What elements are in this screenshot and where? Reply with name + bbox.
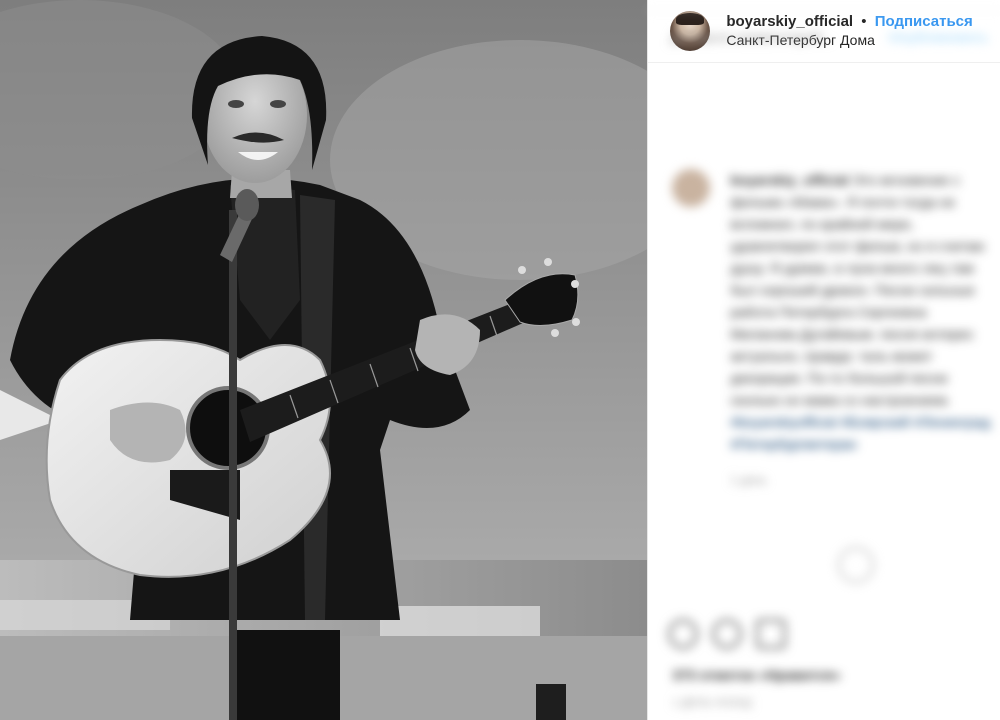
publish-button[interactable]: Опубликовать — [888, 29, 988, 45]
caption-time: 1 день — [730, 473, 767, 487]
likes-count[interactable]: 373 отметок «Нравится» — [672, 667, 840, 683]
like-heart-icon[interactable] — [668, 619, 699, 649]
post-date: 1 ДЕНЬ НАЗАД — [672, 697, 752, 709]
share-icon[interactable] — [756, 619, 787, 649]
singer-with-guitar-image — [0, 0, 648, 720]
caption-text: Это мгновение с фильма «Мама». Я почти т… — [730, 172, 985, 408]
caption-block: boyarskiy_official Это мгновение с фильм… — [730, 169, 990, 491]
instagram-post: boyarskiy_official • Подписаться Санкт-П… — [0, 0, 1000, 720]
caption-hashtags[interactable]: #boyarskiyofficial #Боярский #Ленинград … — [730, 411, 990, 455]
comment-input[interactable]: Добавьте комментарий... — [670, 29, 832, 45]
action-bar — [668, 619, 787, 649]
post-photo[interactable] — [0, 0, 648, 720]
caption-avatar[interactable] — [672, 169, 711, 207]
load-more-comments-icon[interactable] — [838, 547, 875, 583]
caption-username[interactable]: boyarskiy_official — [730, 172, 848, 188]
comment-bar: Добавьте комментарий... Опубликовать — [648, 10, 1000, 63]
comment-bubble-icon[interactable] — [712, 619, 743, 649]
post-sidebar: boyarskiy_official • Подписаться Санкт-П… — [647, 0, 1000, 720]
